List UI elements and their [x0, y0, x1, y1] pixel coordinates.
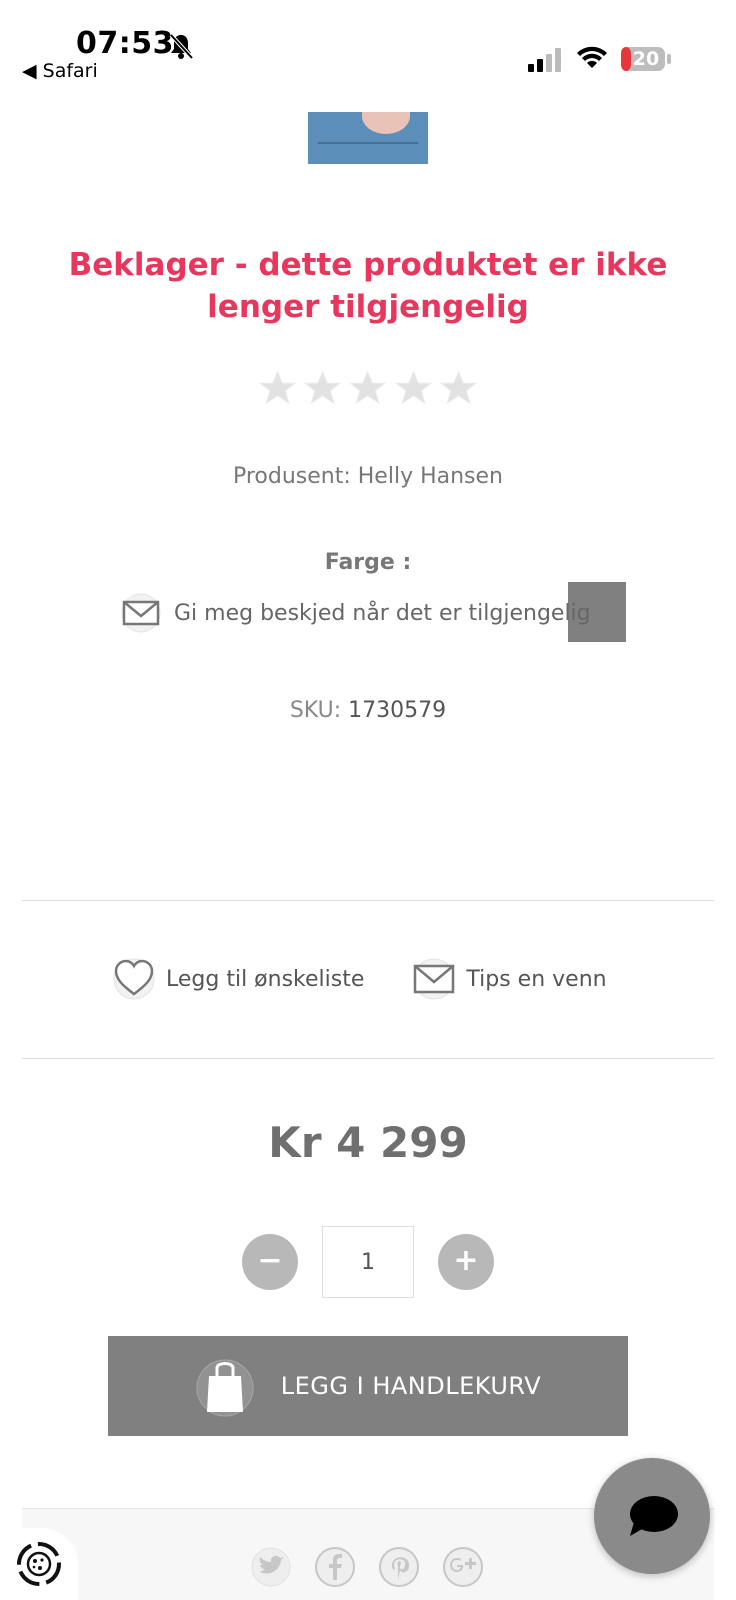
sku-label: SKU: — [289, 698, 342, 723]
tip-friend-label: Tips en venn — [466, 966, 607, 992]
divider — [22, 900, 714, 901]
product-image[interactable] — [308, 112, 428, 164]
heart-icon — [113, 958, 155, 1000]
sku-row: SKU: 1730579 — [0, 698, 736, 723]
twitter-icon[interactable] — [250, 1546, 292, 1588]
envelope-icon — [121, 593, 161, 633]
tip-a-friend-button[interactable]: Tips en venn — [412, 957, 607, 1001]
chat-bubble-icon — [630, 1496, 678, 1536]
chat-button[interactable] — [594, 1458, 710, 1574]
sku-value: 1730579 — [348, 698, 447, 723]
social-share-row — [250, 1546, 484, 1588]
battery-level: 20 — [632, 48, 660, 70]
bell-muted-icon — [169, 33, 194, 60]
product-actions: Legg til ønskeliste Tips en venn — [112, 954, 607, 1004]
pinterest-icon[interactable] — [378, 1546, 420, 1588]
shopping-bag-icon — [196, 1359, 254, 1417]
product-price: Kr 4 299 — [268, 1118, 468, 1167]
rating-stars — [258, 368, 478, 408]
manufacturer-label: Produsent: Helly Hansen — [232, 464, 503, 489]
cookie-settings-button[interactable] — [0, 1528, 78, 1600]
status-bar: 07:53 ◀ Safari 20 — [0, 0, 736, 100]
add-to-cart-label: LEGG I HANDLEKURV — [280, 1372, 542, 1400]
google-plus-icon[interactable] — [442, 1546, 484, 1588]
add-to-wishlist-button[interactable]: Legg til ønskeliste — [112, 957, 364, 1001]
star-icon — [348, 370, 388, 405]
quantity-input[interactable] — [322, 1226, 414, 1298]
divider — [22, 1058, 714, 1059]
cellular-signal-icon — [528, 48, 561, 72]
notify-when-available-link[interactable]: Gi meg beskjed når det er tilgjengelig — [120, 590, 591, 636]
back-to-safari-link[interactable]: ◀ Safari — [22, 60, 98, 82]
cookie-settings-icon — [17, 1542, 61, 1586]
envelope-icon — [413, 958, 455, 1000]
star-icon — [394, 370, 433, 405]
quantity-increase-button[interactable]: + — [438, 1234, 494, 1290]
add-to-cart-button[interactable]: LEGG I HANDLEKURV — [108, 1336, 628, 1436]
wishlist-label: Legg til ønskeliste — [166, 966, 365, 992]
product-unavailable-title: Beklager - dette produktet er ikke lenge… — [68, 247, 668, 325]
star-icon — [303, 370, 342, 405]
status-time: 07:53 — [76, 26, 174, 61]
notify-label: Gi meg beskjed når det er tilgjengelig — [174, 600, 591, 626]
facebook-icon[interactable] — [314, 1546, 356, 1588]
quantity-decrease-button[interactable]: − — [242, 1234, 298, 1290]
star-icon — [439, 370, 478, 405]
star-icon — [258, 370, 297, 405]
color-label: Farge : — [324, 550, 412, 575]
wifi-icon — [577, 46, 607, 68]
